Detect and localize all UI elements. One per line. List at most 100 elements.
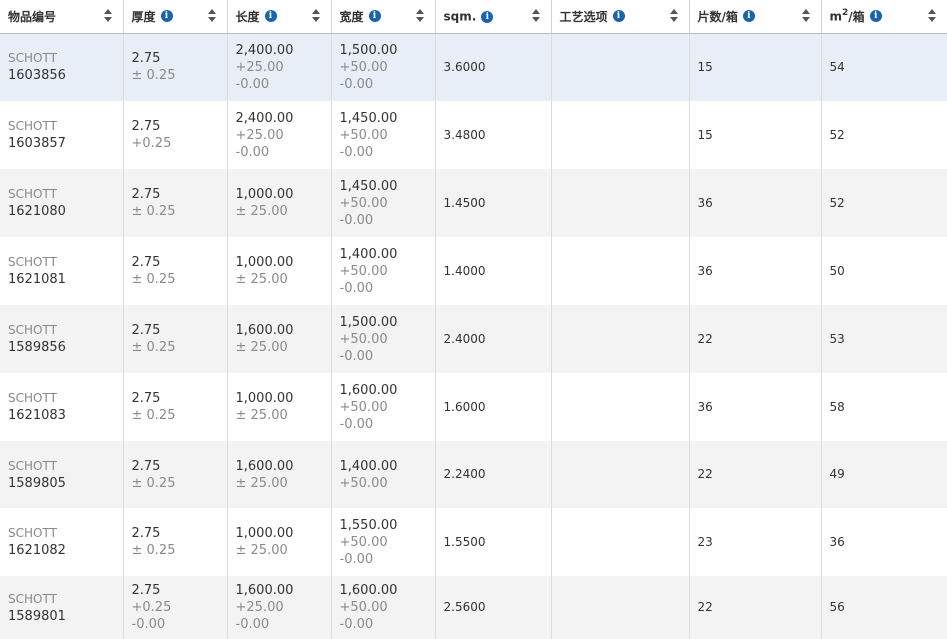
sqm-cell: 1.4000 [435, 237, 552, 305]
table-row[interactable]: SCHOTT 1603856 2.75 ± 0.25 2,400.00 +25.00 -0.… [0, 33, 947, 101]
m2-per-box-cell: 36 [821, 508, 947, 576]
length-tolerance: ± 25.00 [235, 340, 288, 355]
thickness-tolerance: +0.25 [131, 600, 172, 615]
item-number: 1603857 [8, 136, 66, 151]
sqm-value: 1.6000 [443, 399, 486, 414]
sort-arrows-icon[interactable] [415, 9, 425, 23]
length-cell: 1,600.00 ± 25.00 [227, 441, 332, 508]
length-tolerance: ± 25.00 [235, 543, 288, 558]
column-header-label: 长度 [235, 9, 260, 24]
length-cell: 1,000.00 ± 25.00 [227, 237, 332, 305]
width-value: 1,400.00 [339, 458, 398, 474]
process-options-cell [551, 237, 690, 305]
sort-arrows-icon[interactable] [531, 9, 541, 23]
width-tolerance: +50.00 [339, 600, 388, 615]
item-number-cell: SCHOTT 1603856 [0, 33, 124, 101]
table-row[interactable]: SCHOTT 1589801 2.75 +0.25 -0.00 1,600.00 +25.0… [0, 576, 947, 639]
info-icon[interactable]: i [368, 10, 381, 23]
width-tolerance: -0.00 [339, 348, 374, 364]
thickness-tolerance: ± 0.25 [131, 475, 176, 491]
product-table: 物品编号 厚度 i 长度 i 宽度 i sqm. i 工艺选项 i 片数/箱 i m2/箱 i SCHOTT… [0, 0, 947, 639]
column-header-2[interactable]: 长度 i [227, 0, 332, 34]
item-number: 1621080 [8, 204, 66, 219]
brand-label: SCHOTT [8, 187, 57, 201]
table-row[interactable]: SCHOTT 1621080 2.75 ± 0.25 1,000.00 ± 25.00 1,… [0, 169, 947, 237]
brand-label: SCHOTT [8, 255, 57, 269]
width-tolerance: +50.00 [339, 399, 388, 415]
sqm-cell: 2.4000 [435, 305, 552, 373]
column-header-label: sqm. [443, 9, 477, 24]
column-header-label: 厚度 [131, 9, 156, 24]
m2-per-box-value: 56 [829, 600, 845, 614]
item-number: 1589801 [8, 608, 66, 624]
sort-arrows-icon[interactable] [669, 9, 679, 23]
width-tolerance: -0.00 [339, 416, 374, 432]
width-value: 1,500.00 [339, 42, 398, 58]
sqm-cell: 2.5600 [435, 576, 552, 639]
column-header-6[interactable]: 片数/箱 i [689, 0, 822, 34]
width-value: 1,600.00 [339, 583, 398, 598]
sort-arrows-icon[interactable] [207, 9, 217, 23]
table-row[interactable]: SCHOTT 1589805 2.75 ± 0.25 1,600.00 ± 25.00 1,… [0, 441, 947, 508]
sqm-value: 2.4000 [443, 331, 486, 346]
info-icon[interactable]: i [481, 10, 494, 23]
sqm-cell: 1.6000 [435, 373, 552, 441]
brand-label: SCHOTT [8, 526, 57, 540]
info-icon[interactable]: i [869, 10, 882, 23]
table-row[interactable]: SCHOTT 1603857 2.75 +0.25 2,400.00 +25.00 -0.0… [0, 101, 947, 169]
thickness-value: 2.75 [131, 119, 161, 134]
pieces-per-box-cell: 22 [689, 576, 822, 639]
column-header-4[interactable]: sqm. i [435, 0, 552, 34]
length-tolerance: -0.00 [235, 76, 270, 92]
sort-arrows-icon[interactable] [311, 9, 321, 23]
sqm-value: 3.4800 [443, 127, 486, 142]
thickness-value: 2.75 [131, 458, 161, 474]
length-value: 1,000.00 [235, 391, 294, 406]
column-header-3[interactable]: 宽度 i [331, 0, 436, 34]
process-options-cell [551, 576, 690, 639]
pieces-per-box-value: 15 [697, 59, 713, 74]
length-value: 2,400.00 [235, 110, 294, 126]
length-tolerance: +25.00 [235, 127, 284, 143]
pieces-per-box-cell: 15 [689, 101, 822, 169]
thickness-cell: 2.75 ± 0.25 [123, 441, 228, 508]
width-tolerance: -0.00 [339, 144, 374, 160]
table-row[interactable]: SCHOTT 1621082 2.75 ± 0.25 1,000.00 ± 25.00 1,… [0, 508, 947, 576]
sqm-cell: 2.2400 [435, 441, 552, 508]
sqm-value: 2.2400 [443, 467, 486, 481]
sort-arrows-icon[interactable] [928, 9, 937, 23]
process-options-cell [551, 169, 690, 237]
sort-arrows-icon[interactable] [103, 9, 113, 23]
info-icon[interactable]: i [160, 10, 173, 23]
column-header-7[interactable]: m2/箱 i [821, 0, 947, 34]
column-header-5[interactable]: 工艺选项 i [551, 0, 690, 34]
thickness-cell: 2.75 ± 0.25 [123, 373, 228, 441]
width-tolerance: +50.00 [339, 59, 388, 75]
thickness-tolerance: +0.25 [131, 136, 172, 151]
info-icon[interactable]: i [742, 10, 755, 23]
info-icon[interactable]: i [612, 10, 625, 23]
width-cell: 1,600.00 +50.00 -0.00 [331, 373, 436, 441]
length-value: 1,600.00 [235, 323, 294, 338]
width-value: 1,450.00 [339, 178, 398, 194]
table-row[interactable]: SCHOTT 1589856 2.75 ± 0.25 1,600.00 ± 25.00 1,… [0, 305, 947, 373]
width-cell: 1,500.00 +50.00 -0.00 [331, 305, 436, 373]
column-header-0[interactable]: 物品编号 [0, 0, 124, 34]
table-row[interactable]: SCHOTT 1621081 2.75 ± 0.25 1,000.00 ± 25.00 1,… [0, 237, 947, 305]
thickness-cell: 2.75 +0.25 -0.00 [123, 576, 228, 639]
width-tolerance: -0.00 [339, 212, 374, 228]
item-number-cell: SCHOTT 1621083 [0, 373, 124, 441]
pieces-per-box-value: 36 [697, 263, 713, 278]
info-icon[interactable]: i [264, 10, 277, 23]
column-header-1[interactable]: 厚度 i [123, 0, 228, 34]
length-cell: 1,600.00 +25.00 -0.00 [227, 576, 332, 639]
sqm-value: 1.4500 [443, 195, 486, 210]
pieces-per-box-cell: 15 [689, 33, 822, 101]
brand-label: SCHOTT [8, 458, 57, 473]
length-tolerance: -0.00 [235, 617, 270, 632]
table-row[interactable]: SCHOTT 1621083 2.75 ± 0.25 1,000.00 ± 25.00 1,… [0, 373, 947, 441]
brand-label: SCHOTT [8, 323, 57, 337]
pieces-per-box-cell: 23 [689, 508, 822, 576]
sort-arrows-icon[interactable] [801, 9, 811, 23]
m2-per-box-value: 54 [829, 59, 845, 74]
